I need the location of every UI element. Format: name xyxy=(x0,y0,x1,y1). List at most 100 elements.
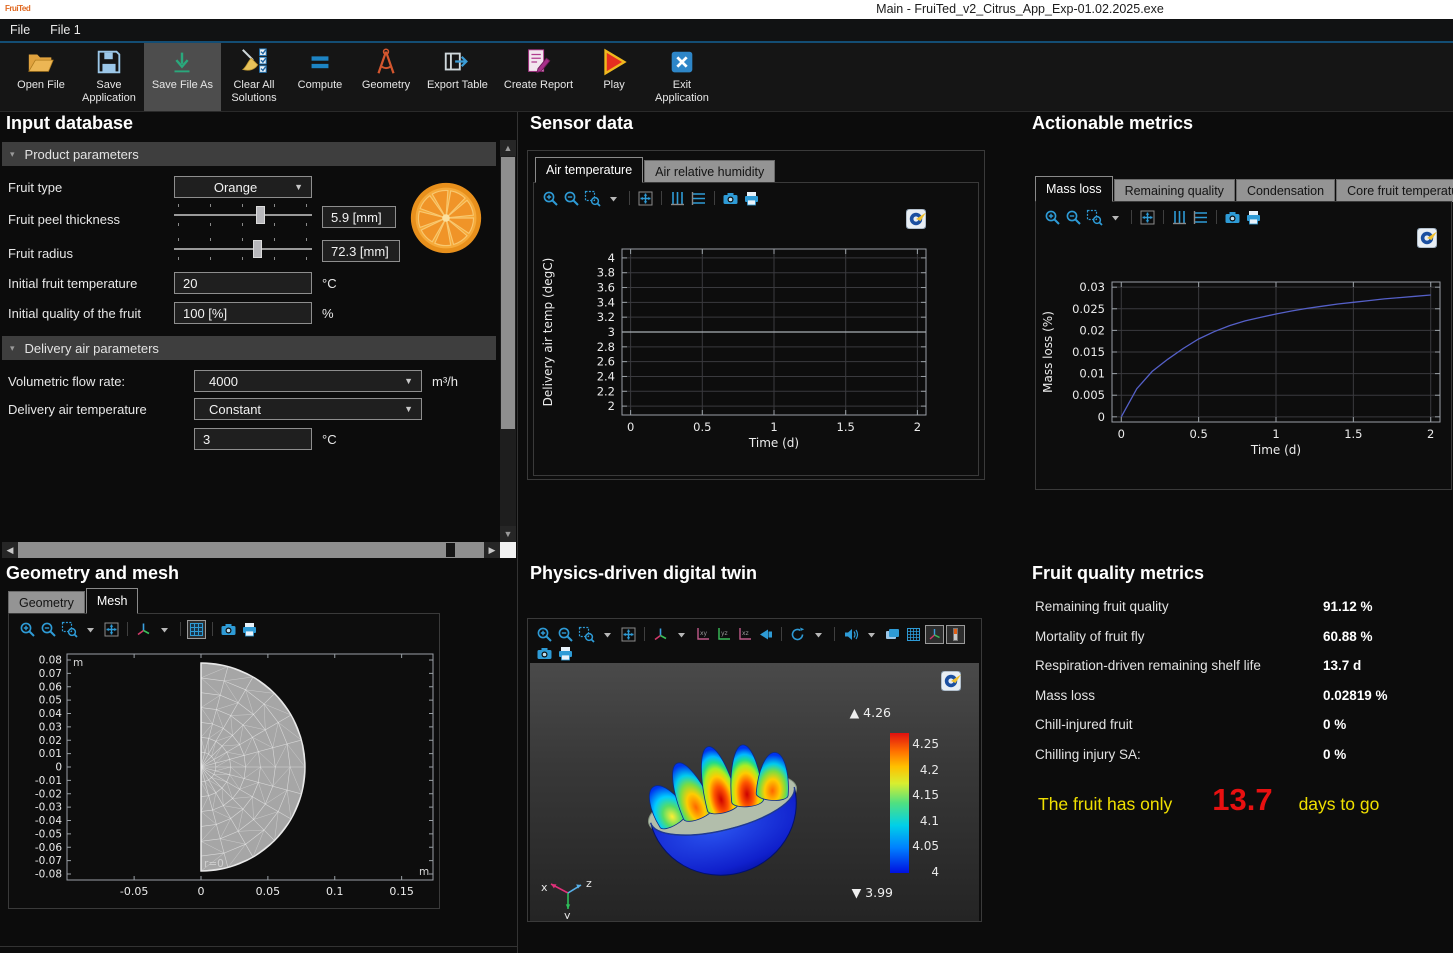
tab-geometry[interactable]: Geometry xyxy=(8,591,85,614)
camera-icon[interactable] xyxy=(1224,209,1241,226)
perspective-icon[interactable] xyxy=(757,626,774,643)
tab-remaining-quality[interactable]: Remaining quality xyxy=(1114,179,1235,202)
fruit-radius-value[interactable]: 72.3 [mm] xyxy=(322,240,400,262)
zoom-extents-icon[interactable] xyxy=(620,626,637,643)
print-icon[interactable] xyxy=(557,645,574,662)
toolbar-button-create-report[interactable]: Create Report xyxy=(496,43,581,111)
camera-icon[interactable] xyxy=(536,645,553,662)
air-temperature-chart[interactable]: 22.22.42.62.833.23.43.63.8400.511.52Deli… xyxy=(536,225,978,475)
zoom-extents-icon[interactable] xyxy=(637,190,654,207)
scroll-down-arrow[interactable]: ▼ xyxy=(500,526,516,542)
scroll-right-arrow[interactable]: ▶ xyxy=(484,542,500,558)
caret-down-icon[interactable] xyxy=(599,626,616,643)
zoom-out-icon[interactable] xyxy=(563,190,580,207)
tab-air-temperature[interactable]: Air temperature xyxy=(535,157,643,183)
y-grid-icon[interactable] xyxy=(1171,209,1188,226)
caret-down-icon[interactable] xyxy=(810,626,827,643)
colorbar-box-icon[interactable] xyxy=(947,626,964,643)
print-icon[interactable] xyxy=(743,190,760,207)
caret-down-icon[interactable] xyxy=(82,621,99,638)
toolbar-button-compute[interactable]: Compute xyxy=(287,43,353,111)
svg-text:1.5: 1.5 xyxy=(1344,427,1362,441)
svg-text:2.6: 2.6 xyxy=(597,355,615,369)
view-yz-icon[interactable]: yz xyxy=(715,626,732,643)
zoom-extents-icon[interactable] xyxy=(1139,209,1156,226)
horizontal-scroll-thumb[interactable] xyxy=(446,543,455,557)
horizontal-scrollbar[interactable] xyxy=(18,542,484,558)
zoom-extents-icon[interactable] xyxy=(103,621,120,638)
toolbar-button-play[interactable]: Play xyxy=(581,43,647,111)
menu-item-file-1[interactable]: File 1 xyxy=(40,19,91,41)
camera-icon[interactable] xyxy=(220,621,237,638)
toolbar-button-open-file[interactable]: Open File xyxy=(8,43,74,111)
flow-rate-select[interactable]: 4000 ▼ xyxy=(194,370,422,392)
toolbar-separator xyxy=(1216,210,1217,224)
zoom-in-icon[interactable] xyxy=(1044,209,1061,226)
caret-down-icon[interactable] xyxy=(156,621,173,638)
section-product-parameters[interactable]: ▾ Product parameters xyxy=(2,142,496,166)
scene-3d-icon[interactable] xyxy=(884,626,901,643)
fruit-type-select[interactable]: Orange ▼ xyxy=(174,176,312,198)
caret-down-icon[interactable] xyxy=(863,626,880,643)
initial-quality-input[interactable]: 100 [%] xyxy=(174,302,312,324)
zoom-box-icon[interactable] xyxy=(61,621,78,638)
print-icon[interactable] xyxy=(241,621,258,638)
delivery-temp-select[interactable]: Constant ▼ xyxy=(194,398,422,420)
zoom-in-icon[interactable] xyxy=(542,190,559,207)
transparency-box-icon[interactable] xyxy=(842,626,859,643)
peel-thickness-value[interactable]: 5.9 [mm] xyxy=(322,206,396,228)
mesh-toggle-icon[interactable] xyxy=(188,621,205,638)
zoom-out-icon[interactable] xyxy=(1065,209,1082,226)
scroll-up-arrow[interactable]: ▲ xyxy=(500,140,516,156)
axis-triad-icon[interactable] xyxy=(135,621,152,638)
rotate-icon[interactable] xyxy=(789,626,806,643)
toolbar-button-clear-all-solutions[interactable]: Clear All Solutions xyxy=(221,43,287,111)
zoom-in-icon[interactable] xyxy=(19,621,36,638)
axis-triad-icon[interactable] xyxy=(652,626,669,643)
initial-temp-input[interactable]: 20 xyxy=(174,272,312,294)
caret-down-icon[interactable] xyxy=(673,626,690,643)
x-grid-icon[interactable] xyxy=(1192,209,1209,226)
delivery-temp-value-input[interactable]: 3 xyxy=(194,428,312,450)
y-grid-icon[interactable] xyxy=(669,190,686,207)
mass-loss-chart[interactable]: 00.0050.010.0150.020.0250.0300.511.52Mas… xyxy=(1038,246,1451,486)
slider-thumb[interactable] xyxy=(253,240,262,258)
zoom-box-icon[interactable] xyxy=(584,190,601,207)
digital-twin-scene[interactable]: ▲ 4.26 4.254.24.154.14.054 ▼ 3.99 xyz xyxy=(530,663,979,921)
toolbar-button-save-application[interactable]: Save Application xyxy=(74,43,144,111)
slider-thumb[interactable] xyxy=(256,206,265,224)
toolbar-button-save-file-as[interactable]: Save File As xyxy=(144,43,221,111)
camera-icon[interactable] xyxy=(722,190,739,207)
tab-mesh[interactable]: Mesh xyxy=(86,588,139,614)
tab-air-relative-humidity[interactable]: Air relative humidity xyxy=(644,160,775,183)
tab-condensation[interactable]: Condensation xyxy=(1236,179,1335,202)
view-xy-icon[interactable]: xy xyxy=(694,626,711,643)
caret-down-icon[interactable] xyxy=(605,190,622,207)
toolbar-button-geometry[interactable]: Geometry xyxy=(353,43,419,111)
zoom-box-icon[interactable] xyxy=(578,626,595,643)
toolbar-button-export-table[interactable]: Export Table xyxy=(419,43,496,111)
menu-item-file[interactable]: File xyxy=(0,19,40,41)
section-delivery-air-parameters[interactable]: ▾ Delivery air parameters xyxy=(2,336,496,360)
fruit-radius-slider[interactable] xyxy=(174,236,312,262)
peel-thickness-slider[interactable] xyxy=(174,202,312,228)
axes-box-icon[interactable] xyxy=(926,626,943,643)
view-xz-icon[interactable]: xz xyxy=(736,626,753,643)
vertical-scrollbar[interactable]: ▲ ▼ xyxy=(500,140,516,542)
toolbar-button-exit-application[interactable]: Exit Application xyxy=(647,43,717,111)
comsol-logo xyxy=(1417,228,1437,248)
zoom-in-icon[interactable] xyxy=(536,626,553,643)
fruit-quality-row: Remaining fruit quality91.12 % xyxy=(1035,592,1453,622)
tab-mass-loss[interactable]: Mass loss xyxy=(1035,176,1113,202)
scroll-left-arrow[interactable]: ◀ xyxy=(2,542,18,558)
zoom-out-icon[interactable] xyxy=(557,626,574,643)
x-grid-icon[interactable] xyxy=(690,190,707,207)
mesh-plot-canvas[interactable]: 0.080.070.060.050.040.030.020.010-0.01-0… xyxy=(9,642,439,908)
print-icon[interactable] xyxy=(1245,209,1262,226)
caret-down-icon[interactable] xyxy=(1107,209,1124,226)
vertical-scroll-thumb[interactable] xyxy=(501,157,515,429)
tab-core-fruit-temperature[interactable]: Core fruit temperature xyxy=(1336,179,1453,202)
grid-3d-icon[interactable] xyxy=(905,626,922,643)
zoom-out-icon[interactable] xyxy=(40,621,57,638)
zoom-box-icon[interactable] xyxy=(1086,209,1103,226)
